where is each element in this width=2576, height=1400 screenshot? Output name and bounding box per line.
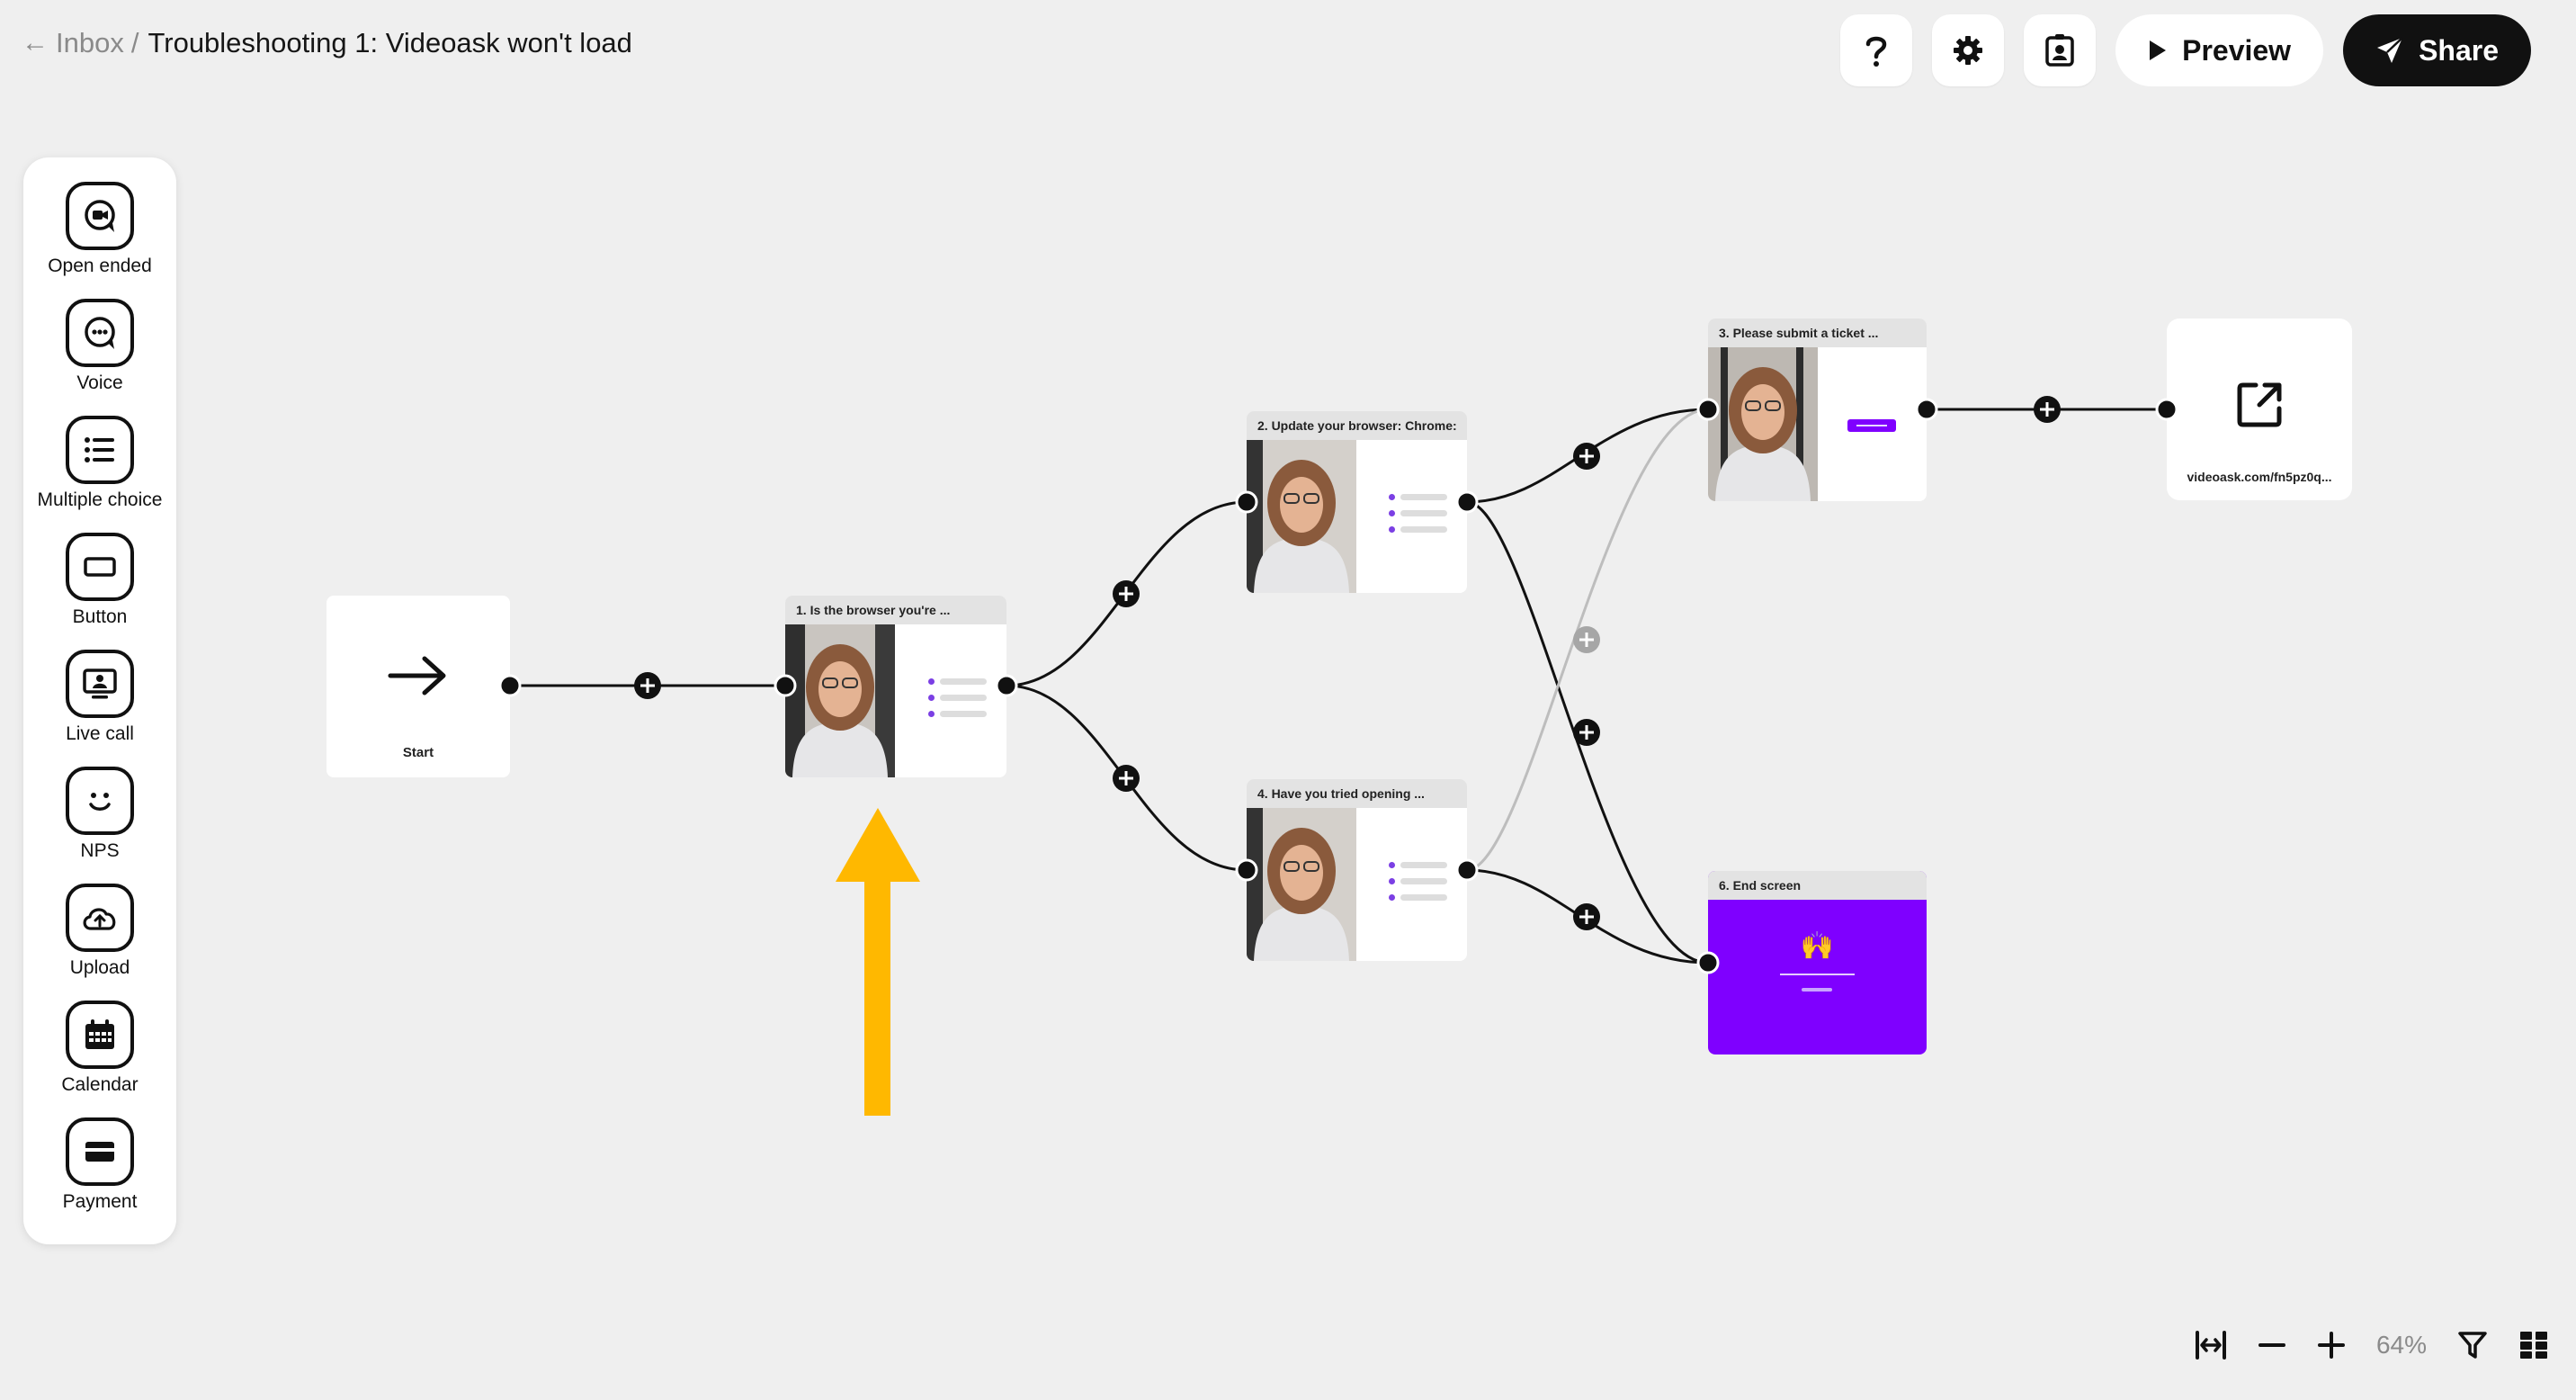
add-step-plus-icon (1573, 719, 1600, 746)
add-step-plus-icon (1573, 443, 1600, 470)
external-link-icon (2237, 382, 2282, 427)
step-node-3[interactable]: 3. Please submit a ticket ... (1708, 319, 1927, 501)
zoom-in-icon[interactable] (2317, 1331, 2346, 1360)
arrow-right-icon (388, 656, 446, 696)
step-title: 4. Have you tried opening ... (1247, 779, 1467, 808)
celebration-emoji: 🙌 (1800, 931, 1835, 961)
end-screen-node[interactable]: 6. End screen 🙌 (1708, 871, 1927, 1054)
zoom-level: 64% (2375, 1331, 2427, 1359)
add-step-plus-icon (1113, 580, 1140, 607)
video-thumbnail (1247, 440, 1356, 593)
video-thumbnail (1708, 347, 1818, 501)
fit-width-icon[interactable] (2195, 1330, 2227, 1360)
redirect-node[interactable]: videoask.com/fn5pz0q... (2167, 319, 2352, 500)
add-step-plus-icon (2034, 396, 2061, 423)
choice-options (928, 678, 987, 717)
add-step-plus-icon (634, 672, 661, 699)
start-node[interactable]: Start (326, 596, 510, 777)
step-title: 6. End screen (1708, 871, 1927, 900)
video-thumbnail (1247, 808, 1356, 961)
choice-options (1389, 862, 1447, 901)
filter-icon[interactable] (2457, 1330, 2488, 1360)
cta-button-preview (1847, 419, 1896, 432)
video-thumbnail (785, 624, 895, 777)
redirect-url: videoask.com/fn5pz0q... (2187, 470, 2332, 484)
step-node-2[interactable]: 2. Update your browser: Chrome: (1247, 411, 1467, 593)
choice-options (1389, 494, 1447, 533)
add-step-plus-icon (1113, 765, 1140, 792)
step-title: 1. Is the browser you're ... (785, 596, 1006, 624)
zoom-controls: 64% (2195, 1330, 2549, 1360)
add-step-plus-icon (1573, 626, 1600, 653)
add-step-plus-icon (1573, 903, 1600, 930)
zoom-out-icon[interactable] (2258, 1331, 2286, 1360)
step-title: 3. Please submit a ticket ... (1708, 319, 1927, 347)
start-label: Start (402, 745, 434, 760)
flow-canvas[interactable]: Start 1. Is the browser you're ... 2. Up… (0, 0, 2576, 1400)
step-title: 2. Update your browser: Chrome: (1247, 411, 1467, 440)
layout-icon[interactable] (2518, 1330, 2549, 1360)
step-node-1[interactable]: 1. Is the browser you're ... (785, 596, 1006, 777)
step-node-4[interactable]: 4. Have you tried opening ... (1247, 779, 1467, 961)
